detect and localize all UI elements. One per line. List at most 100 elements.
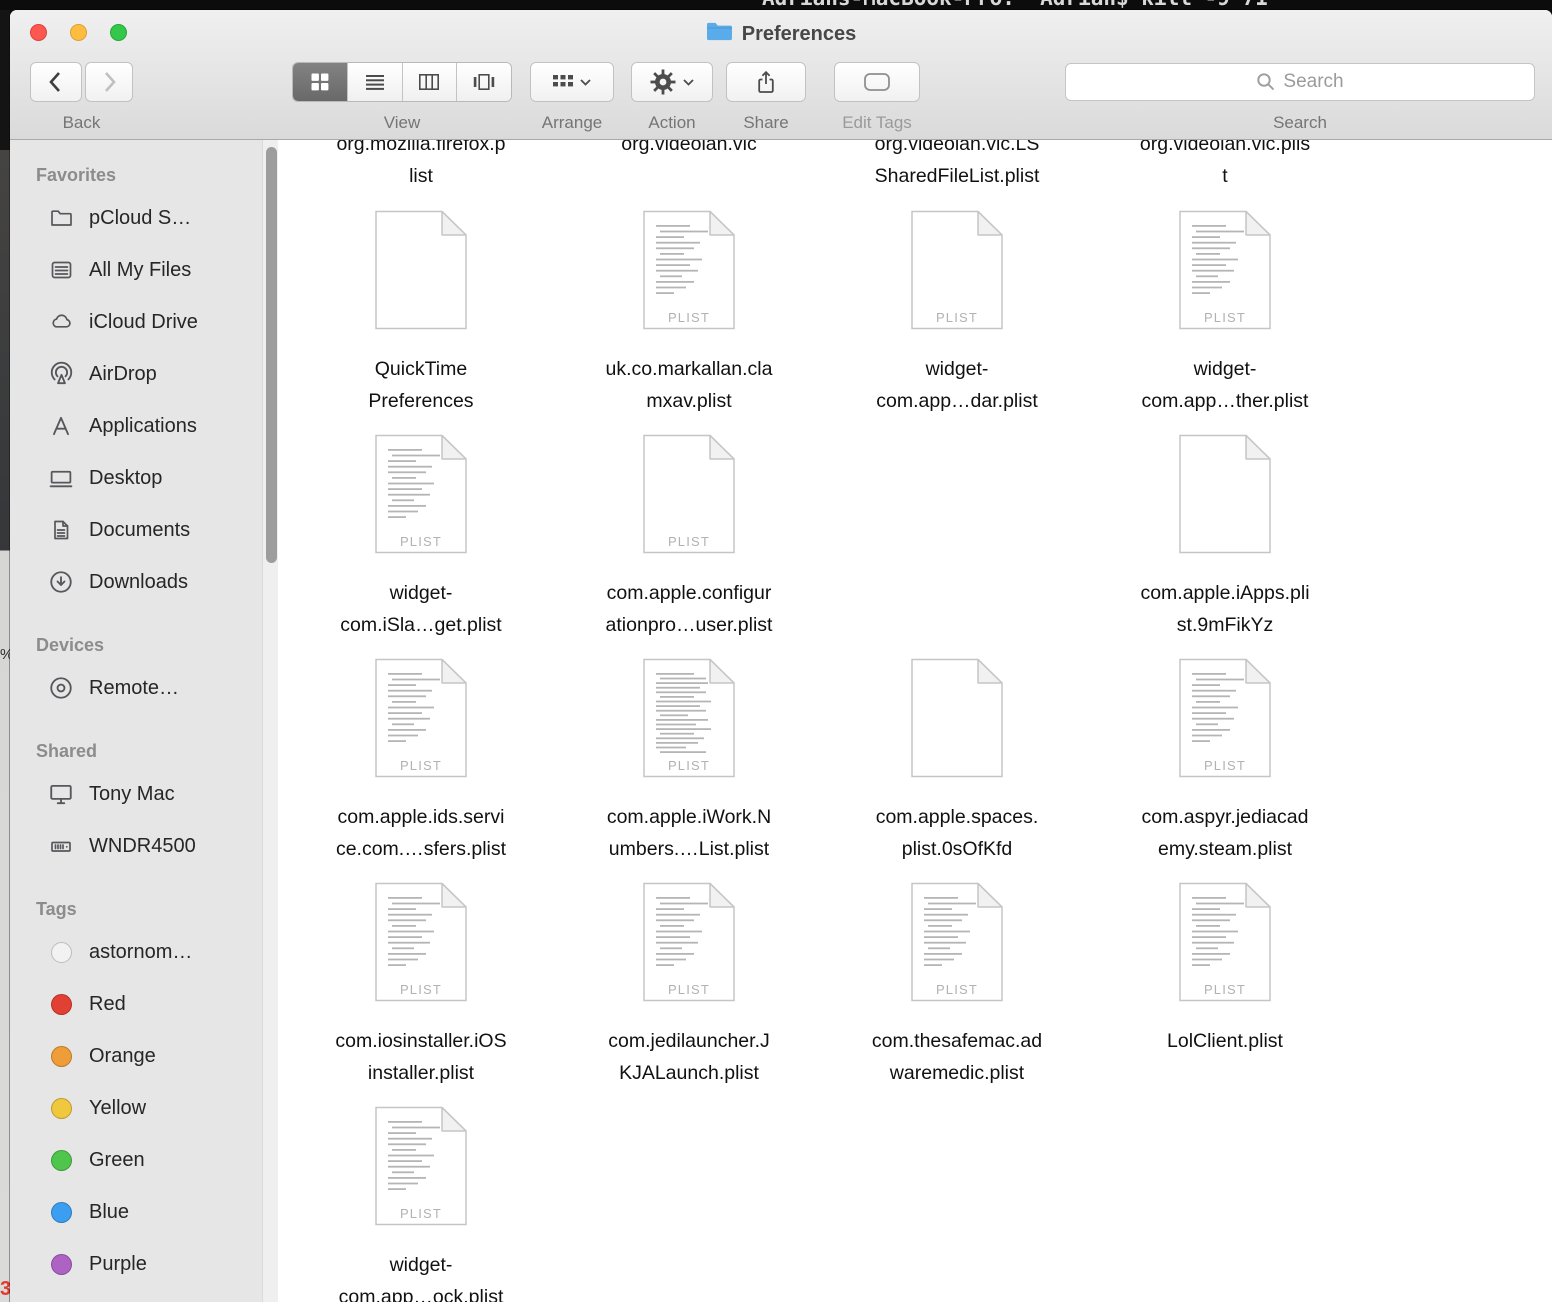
file-item[interactable]: PLIST LolClient.plist <box>1105 140 1345 1302</box>
svg-text:PLIST: PLIST <box>1204 982 1246 997</box>
sidebar-section-title: Tags <box>36 899 77 919</box>
sidebar-item-label: iCloud Drive <box>89 310 198 333</box>
plist-file-icon: PLIST <box>641 882 737 1002</box>
sidebar-item-label: AirDrop <box>89 362 157 385</box>
toolbar: Preferences Back View Arrange Action Sha… <box>10 10 1552 140</box>
column-view-icon <box>419 74 440 90</box>
sidebar-item-label: Purple <box>89 1252 147 1275</box>
chevron-left-icon <box>49 72 60 92</box>
sidebar-item-label: pCloud S… <box>89 206 192 229</box>
applications-icon <box>46 411 76 441</box>
view-segmented-control <box>292 62 512 102</box>
action-button[interactable] <box>631 62 713 102</box>
edit-tags-button[interactable] <box>834 62 920 102</box>
sidebar-item-label: Downloads <box>89 570 188 593</box>
chevron-down-icon <box>580 78 591 86</box>
sidebar-sections: Favorites pCloud S… All My Files iCloud Dri… <box>10 158 262 1290</box>
sidebar-item-icloud-drive[interactable]: iCloud Drive <box>10 296 262 348</box>
chevron-right-icon <box>105 72 116 92</box>
sidebar-item-label: astornom… <box>89 940 193 963</box>
column-view-button[interactable] <box>402 63 458 101</box>
list-view-button[interactable] <box>347 63 403 101</box>
sidebar-item-label: Green <box>89 1148 145 1171</box>
sidebar-section-title: Shared <box>36 741 98 761</box>
sidebar-item-label: Tony Mac <box>89 782 175 805</box>
sidebar-item-label: Desktop <box>89 466 163 489</box>
sidebar-item-green[interactable]: Green <box>10 1134 262 1186</box>
tag-icon <box>46 1145 76 1175</box>
sidebar-item-label: All My Files <box>89 258 192 281</box>
edit-tags-icon <box>864 73 890 91</box>
tag-icon <box>46 1197 76 1227</box>
arrange-button[interactable] <box>530 62 614 102</box>
router-icon <box>46 831 76 861</box>
search-input[interactable]: Search <box>1065 63 1535 101</box>
finder-window: Preferences Back View Arrange Action Sha… <box>10 10 1552 1302</box>
sidebar-section-devices: Devices Remote… <box>10 628 262 714</box>
sidebar-item-all-my-files[interactable]: All My Files <box>10 244 262 296</box>
file-name: com.thesafemac.ad waremedic.plist <box>871 1030 1043 1084</box>
desktop-icon <box>46 463 76 493</box>
sidebar-item-airdrop[interactable]: AirDrop <box>10 348 262 400</box>
desktop-edge-strip: % 3 <box>0 10 10 1302</box>
file-name: LolClient.plist <box>1167 1030 1283 1052</box>
sidebar-item-downloads[interactable]: Downloads <box>10 556 262 608</box>
forward-button[interactable] <box>85 62 133 102</box>
share-button[interactable] <box>726 62 806 102</box>
grid-view-icon <box>311 73 329 91</box>
file-name: com.jedilauncher.J KJALaunch.plist <box>608 1030 770 1084</box>
sidebar-section-title: Devices <box>36 635 105 655</box>
file-item[interactable]: PLIST widget-com.app…ock.plist <box>301 140 541 1302</box>
sidebar-item-label: Applications <box>89 414 197 437</box>
window-title: Preferences <box>741 22 857 45</box>
sidebar-scrollbar-thumb[interactable] <box>265 147 277 563</box>
sidebar-scrollbar-track <box>262 140 278 1302</box>
sidebar-item-wndr4500[interactable]: WNDR4500 <box>10 820 262 872</box>
sidebar-item-label: Documents <box>89 518 191 541</box>
plist-file-icon: PLIST <box>1177 882 1273 1002</box>
action-label: Action <box>648 113 696 132</box>
sidebar-item-yellow[interactable]: Yellow <box>10 1082 262 1134</box>
back-button[interactable] <box>30 62 82 102</box>
chevron-down-icon <box>683 78 694 86</box>
share-icon <box>758 70 774 93</box>
airdrop-icon <box>46 359 76 389</box>
downloads-icon <box>46 567 76 597</box>
plist-file-icon: PLIST <box>909 882 1005 1002</box>
sidebar-section-shared: Shared Tony Mac WNDR4500 <box>10 734 262 872</box>
plist-file-icon: PLIST <box>373 1106 469 1226</box>
sidebar-item-astornom[interactable]: astornom… <box>10 926 262 978</box>
sidebar-item-remote[interactable]: Remote… <box>10 662 262 714</box>
sidebar-item-red[interactable]: Red <box>10 978 262 1030</box>
sidebar-item-documents[interactable]: Documents <box>10 504 262 556</box>
sidebar-item-tony-mac[interactable]: Tony Mac <box>10 768 262 820</box>
sidebar-item-blue[interactable]: Blue <box>10 1186 262 1238</box>
sidebar-section-favorites: Favorites pCloud S… All My Files iCloud Dri… <box>10 158 262 608</box>
sidebar-item-orange[interactable]: Orange <box>10 1030 262 1082</box>
search-icon <box>1257 73 1275 91</box>
edge-badge-text: 3 <box>0 1278 10 1300</box>
list-view-icon <box>365 75 384 90</box>
file-item[interactable]: PLIST com.jedilauncher.J KJALaunch.plist <box>569 140 809 1302</box>
tag-icon <box>46 1249 76 1279</box>
cloud-icon <box>46 307 76 337</box>
edit-tags-label: Edit Tags <box>842 113 912 132</box>
icon-view-button[interactable] <box>293 63 348 101</box>
documents-icon <box>46 515 76 545</box>
coverflow-view-button[interactable] <box>457 63 511 101</box>
search-label: Search <box>1273 113 1327 132</box>
svg-text:PLIST: PLIST <box>936 982 978 997</box>
sidebar-item-label: Orange <box>89 1044 156 1067</box>
tag-icon <box>46 1093 76 1123</box>
folder-icon <box>706 21 733 48</box>
file-item[interactable]: PLIST com.thesafemac.ad waremedic.plist <box>837 140 1077 1302</box>
sidebar-item-label: Yellow <box>89 1096 147 1119</box>
sidebar-item-applications[interactable]: Applications <box>10 400 262 452</box>
svg-text:PLIST: PLIST <box>668 982 710 997</box>
sidebar-item-pcloud-s[interactable]: pCloud S… <box>10 192 262 244</box>
sidebar-item-desktop[interactable]: Desktop <box>10 452 262 504</box>
sidebar-item-purple[interactable]: Purple <box>10 1238 262 1290</box>
terminal-command-text: Adrians-MacBook-Pro:~ Adrian$ kill -9 71 <box>762 0 1268 10</box>
sidebar-item-label: Blue <box>89 1200 130 1223</box>
tag-icon <box>46 1041 76 1071</box>
